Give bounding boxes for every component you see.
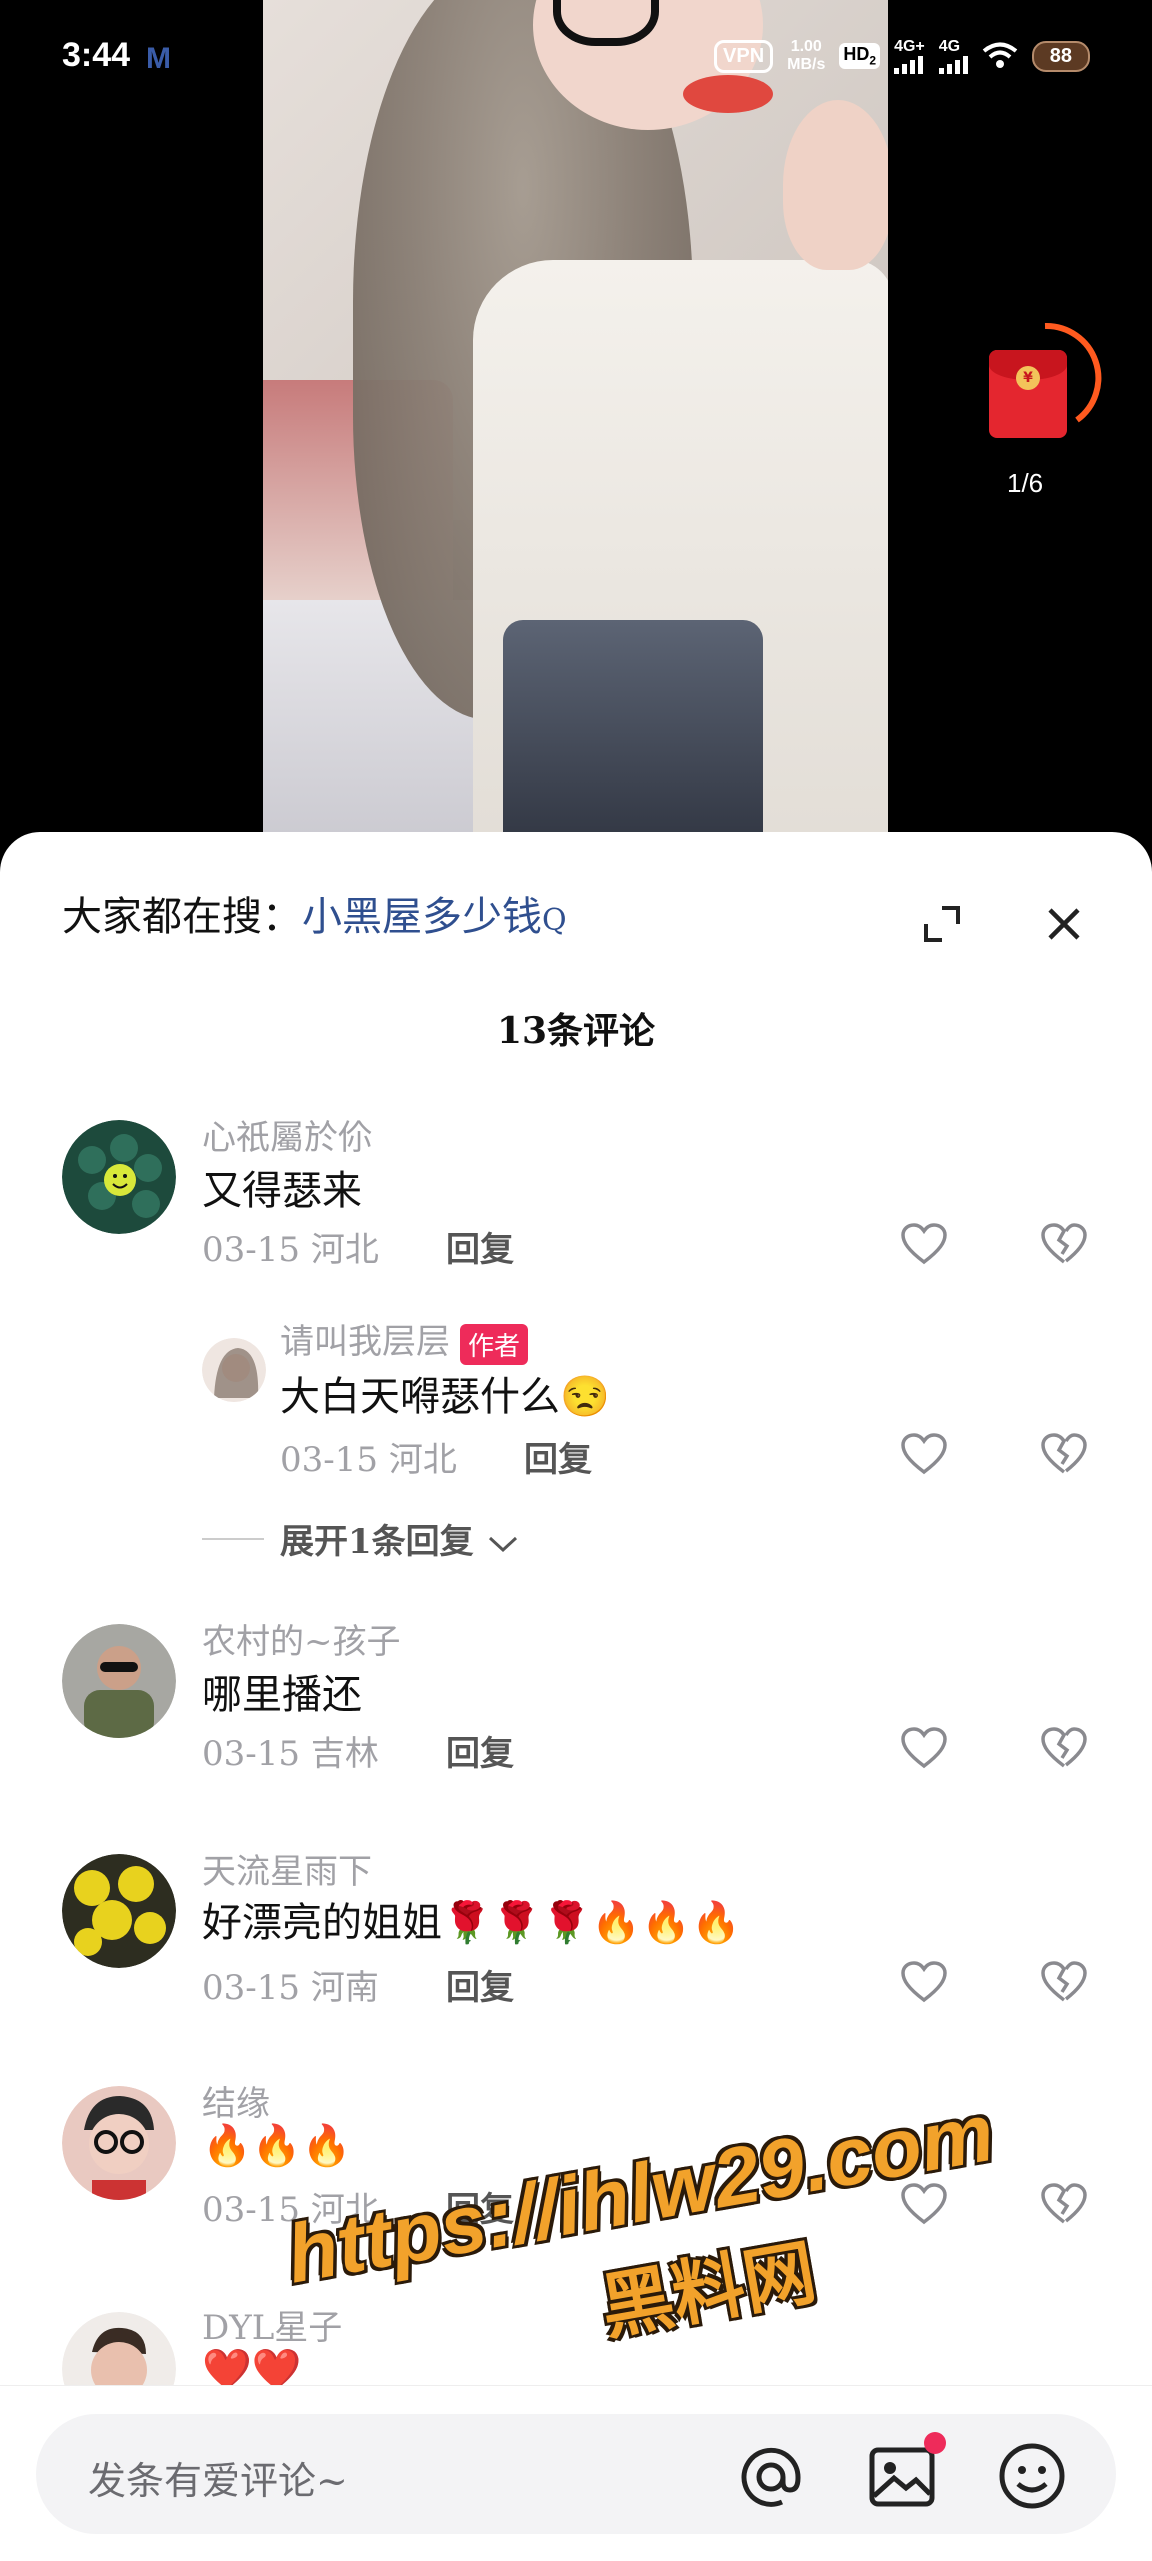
red-packet-widget[interactable]: ¥ 1/6 bbox=[985, 318, 1105, 498]
network-type-1: 4G+ bbox=[894, 38, 925, 55]
status-time: 3:44 bbox=[62, 36, 131, 74]
close-icon[interactable] bbox=[1042, 902, 1086, 946]
comment-username[interactable]: 农村的~孩子 bbox=[202, 1614, 401, 1663]
avatar[interactable] bbox=[62, 1120, 176, 1234]
comment-text: 哪里播还 bbox=[202, 1672, 362, 1718]
comment-meta: 03-15 河北 bbox=[202, 1222, 379, 1271]
video-skirt bbox=[503, 620, 763, 860]
comment-count-title: 13条评论 bbox=[496, 1010, 656, 1052]
search-icon[interactable]: Q bbox=[542, 903, 567, 938]
comment-input-placeholder[interactable]: 发条有爱评论~ bbox=[88, 2450, 348, 2505]
video-frame[interactable] bbox=[263, 0, 888, 860]
comment-location: 河北 bbox=[310, 1230, 379, 1270]
hd-icon: HD2 bbox=[839, 43, 881, 69]
network-type-2: 4G bbox=[938, 38, 961, 55]
comment-text: 🔥🔥🔥 bbox=[202, 2123, 352, 2169]
comment-input-bar: 发条有爱评论~ bbox=[0, 2385, 1152, 2561]
comment-location: 吉林 bbox=[310, 1734, 379, 1774]
reply-date: 03-15 bbox=[280, 1440, 379, 1480]
comment-input[interactable]: 发条有爱评论~ bbox=[36, 2414, 1116, 2534]
broken-heart-icon[interactable] bbox=[1040, 1222, 1088, 1266]
heart-icon[interactable] bbox=[900, 1222, 948, 1266]
comment-date: 03-15 bbox=[202, 1734, 301, 1774]
comment-username[interactable]: 结缘 bbox=[202, 2076, 270, 2125]
reply-username-text[interactable]: 请叫我层层 bbox=[280, 1322, 450, 1362]
comment-username[interactable]: 天流星雨下 bbox=[202, 1844, 372, 1893]
comment-username[interactable]: 心祇屬於伱 bbox=[202, 1110, 372, 1159]
red-packet-count: 1/6 bbox=[1007, 468, 1044, 498]
author-badge: 作者 bbox=[460, 1323, 529, 1365]
signal-bars-icon bbox=[938, 56, 968, 74]
status-bar: 3:44 M VPN 1.00 MB/s HD2 4G+ 4G 88 bbox=[0, 0, 1152, 120]
comment-location: 河南 bbox=[310, 1968, 379, 2008]
heart-icon[interactable] bbox=[900, 1726, 948, 1770]
reply-meta: 03-15 河北 bbox=[280, 1432, 457, 1481]
notification-dot bbox=[924, 2432, 946, 2454]
network-speed-value: 1.00 bbox=[790, 38, 822, 55]
avatar[interactable] bbox=[62, 1854, 176, 1968]
comment-text: 好漂亮的姐姐🌹🌹🌹🔥🔥🔥 bbox=[202, 1900, 741, 1946]
comment-text: 又得瑟来 bbox=[202, 1168, 362, 1214]
hd-label: HD bbox=[843, 44, 870, 65]
signal-bars-icon bbox=[894, 56, 924, 74]
reply-button[interactable]: 回复 bbox=[446, 1222, 514, 1271]
broken-heart-icon[interactable] bbox=[1040, 1432, 1088, 1476]
network-speed-unit: MB/s bbox=[787, 56, 826, 73]
emoji-icon[interactable] bbox=[996, 2440, 1068, 2512]
expand-divider bbox=[202, 1538, 264, 1540]
trending-search-prefix: 大家都在搜： bbox=[62, 894, 302, 940]
heart-icon[interactable] bbox=[900, 1432, 948, 1476]
broken-heart-icon[interactable] bbox=[1040, 1726, 1088, 1770]
red-envelope-icon[interactable]: ¥ bbox=[989, 350, 1067, 438]
broken-heart-icon[interactable] bbox=[1040, 1960, 1088, 2004]
network-speed: 1.00 MB/s bbox=[787, 38, 825, 74]
battery-indicator: 88 bbox=[1031, 40, 1090, 72]
avatar[interactable] bbox=[62, 1624, 176, 1738]
at-mention-icon[interactable] bbox=[736, 2442, 806, 2512]
expand-replies-label[interactable]: 展开1条回复 bbox=[280, 1522, 474, 1562]
reply-text: 大白天嘚瑟什么😒 bbox=[280, 1374, 610, 1420]
reply-button[interactable]: 回复 bbox=[524, 1432, 592, 1481]
chevron-down-icon[interactable] bbox=[486, 1533, 520, 1555]
avatar[interactable] bbox=[62, 2086, 176, 2200]
signal-2: 4G bbox=[938, 38, 968, 74]
signal-1: 4G+ bbox=[894, 38, 925, 74]
vpn-icon: VPN bbox=[714, 39, 774, 73]
comment-date: 03-15 bbox=[202, 1230, 301, 1270]
status-indicators: VPN 1.00 MB/s HD2 4G+ 4G 88 bbox=[714, 38, 1090, 74]
comment-meta: 03-15 吉林 bbox=[202, 1726, 379, 1775]
video-player[interactable] bbox=[0, 0, 1152, 860]
mail-icon: M bbox=[146, 42, 171, 75]
red-envelope-coin: ¥ bbox=[1016, 366, 1040, 390]
reply-button[interactable]: 回复 bbox=[446, 1726, 514, 1775]
reply-location: 河北 bbox=[388, 1440, 457, 1480]
expand-replies-button[interactable]: 展开1条回复 bbox=[280, 1514, 520, 1563]
video-hand bbox=[783, 100, 888, 270]
heart-icon[interactable] bbox=[900, 1960, 948, 2004]
comment-date: 03-15 bbox=[202, 1968, 301, 2008]
comment-meta: 03-15 河南 bbox=[202, 1960, 379, 2009]
wifi-icon bbox=[982, 42, 1018, 68]
trending-search[interactable]: 大家都在搜：小黑屋多少钱Q bbox=[62, 884, 567, 942]
hd-sub: 2 bbox=[869, 53, 877, 68]
avatar[interactable] bbox=[202, 1338, 266, 1402]
trending-search-keyword[interactable]: 小黑屋多少钱 bbox=[302, 894, 542, 940]
reply-username[interactable]: 请叫我层层 作者 bbox=[280, 1314, 529, 1365]
expand-sheet-icon[interactable] bbox=[920, 902, 964, 946]
reply-button[interactable]: 回复 bbox=[446, 1960, 514, 2009]
